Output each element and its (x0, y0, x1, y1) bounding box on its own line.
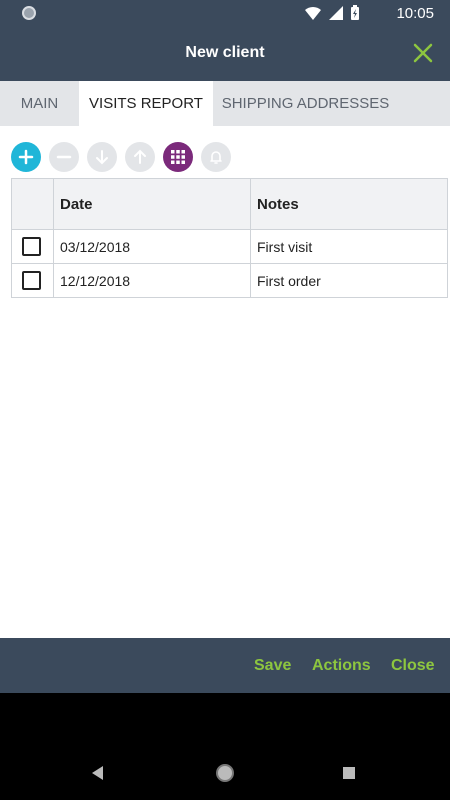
home-icon[interactable] (216, 764, 234, 782)
wifi-icon (305, 6, 321, 20)
cell-notes: First visit (250, 229, 448, 264)
recent-apps-icon[interactable] (343, 767, 355, 779)
tab-bar: MAIN VISITS REPORT SHIPPING ADDRESSES (0, 81, 450, 126)
close-button[interactable]: Close (391, 657, 435, 675)
column-header-notes[interactable]: Notes (250, 178, 448, 230)
minus-icon (56, 155, 72, 159)
app-header: New client (0, 26, 450, 81)
page-title: New client (185, 44, 265, 61)
column-header-date[interactable]: Date (53, 178, 251, 230)
move-down-button[interactable] (87, 142, 117, 172)
table-row[interactable]: 03/12/2018 First visit (11, 229, 448, 264)
toolbar (11, 142, 231, 172)
system-nav-bar (0, 693, 450, 800)
notification-icon (22, 6, 36, 20)
table-row[interactable]: 12/12/2018 First order (11, 263, 448, 298)
cell-date: 12/12/2018 (53, 263, 251, 298)
tab-shipping-addresses[interactable]: SHIPPING ADDRESSES (213, 81, 398, 126)
tab-visits-report[interactable]: VISITS REPORT (79, 81, 213, 126)
notify-button[interactable] (201, 142, 231, 172)
grid-view-button[interactable] (163, 142, 193, 172)
arrow-up-icon (134, 149, 146, 164)
status-bar: 10:05 (0, 0, 450, 26)
bell-icon (210, 151, 222, 164)
status-time: 10:05 (396, 5, 434, 22)
row-checkbox[interactable] (22, 271, 41, 290)
remove-button[interactable] (49, 142, 79, 172)
row-checkbox[interactable] (22, 237, 41, 256)
signal-icon (329, 6, 343, 20)
cell-notes: First order (250, 263, 448, 298)
bottom-action-bar: Save Actions Close (0, 638, 450, 693)
select-column-header (11, 178, 54, 230)
move-up-button[interactable] (125, 142, 155, 172)
save-button[interactable]: Save (254, 657, 291, 675)
tab-main[interactable]: MAIN (0, 81, 79, 126)
cell-date: 03/12/2018 (53, 229, 251, 264)
table-header-row: Date Notes (11, 178, 448, 230)
close-icon[interactable] (412, 42, 434, 64)
actions-button[interactable]: Actions (312, 657, 371, 675)
add-button[interactable] (11, 142, 41, 172)
status-icons (304, 5, 360, 21)
back-icon[interactable] (92, 766, 103, 780)
add-icon (18, 149, 34, 165)
battery-icon (351, 5, 359, 20)
visits-table: Date Notes 03/12/2018 First visit 12/12/… (11, 178, 448, 298)
arrow-down-icon (96, 150, 108, 165)
grid-icon (171, 150, 185, 164)
